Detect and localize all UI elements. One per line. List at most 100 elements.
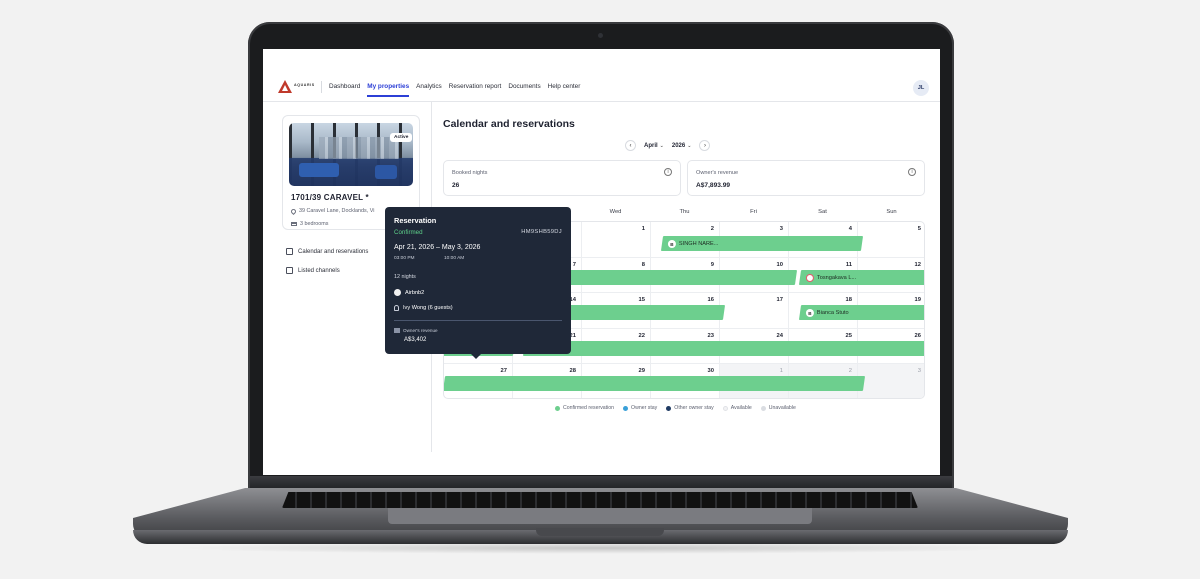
day-number: 22 [638,332,645,339]
legend-swatch [623,405,629,411]
day-number: 12 [914,261,921,268]
photo-chair [375,165,397,179]
nav-analytics[interactable]: Analytics [416,83,442,90]
nav-my-properties[interactable]: My properties [367,83,409,97]
chevron-down-icon: ⌄ [659,142,664,149]
location-pin-icon [289,207,298,215]
trackpad [388,508,812,524]
legend-label: Owner stay [631,405,658,411]
day-number: 2 [710,226,714,232]
calendar-icon [286,248,293,255]
previous-month-button[interactable]: ‹ [625,140,636,151]
revenue-value: A$3,402 [404,337,427,343]
legend-item: Available [722,405,752,411]
reservation-dates: Apr 21, 2026 – May 3, 2026 [394,244,481,251]
app-screen: AQUARIS Dashboard My properties Analytic… [263,49,940,475]
reservation-bar[interactable] [444,376,866,391]
legend-label: Confirmed reservation [563,405,615,411]
weekday-label: Sun [886,209,897,215]
nav-dashboard[interactable]: Dashboard [329,83,360,90]
month-navigation: ‹ April ⌄ 2026 ⌄ › [625,140,711,151]
logo-mark-icon [278,80,292,93]
legend-label: Available [730,405,752,411]
legend-item: Confirmed reservation [555,405,614,411]
legend-item: Other owner stay [666,405,714,411]
calendar-day-cell[interactable]: 17 [720,293,789,329]
day-number: 30 [707,368,714,374]
year-select[interactable]: 2026 ⌄ [672,143,692,149]
calendar-legend: Confirmed reservation Owner stay Other own… [555,405,796,411]
calendar-day-cell[interactable]: 1 [582,222,651,258]
day-number: 2 [848,368,852,374]
reservation-code: HM9SHB59DJ [521,229,562,235]
next-month-button[interactable]: › [699,140,711,151]
floor-shadow [170,542,1030,554]
info-icon[interactable]: i [908,168,916,176]
guest-name: Tosngakava L... [817,274,857,281]
user-avatar[interactable]: JL [913,80,929,96]
top-navigation: AQUARIS Dashboard My properties Analytic… [263,49,940,102]
lid-opening-notch [536,528,664,536]
nav-help-center[interactable]: Help center [548,83,581,90]
brand-logo[interactable]: AQUARIS [278,80,318,94]
property-photo: Active [289,123,413,186]
legend-swatch [555,405,560,411]
stat-value: A$7,893.99 [696,182,731,189]
day-number: 7 [572,261,576,268]
reservation-bar[interactable] [522,341,924,356]
booking-channel-icon: B [806,308,814,317]
sidebar-item-calendar[interactable]: Calendar and reservations [286,248,368,255]
tooltip-divider [394,320,562,321]
reservation-guest: Ivy Wong (6 guests) [394,305,453,311]
day-number: 18 [845,297,852,303]
channel-name: Airbnb2 [405,289,425,296]
calendar-day-cell[interactable]: 5 [858,222,924,258]
reservation-bar[interactable]: B SINGH NARE... [660,236,864,251]
month-select-value: April [644,142,658,149]
booked-nights-card: Booked nights 26 i [443,160,681,196]
reservation-tooltip: Reservation Confirmed HM9SHB59DJ Apr 21,… [385,207,571,359]
sidebar-item-label: Listed channels [298,267,340,274]
nav-reservation-report[interactable]: Reservation report [449,83,502,90]
day-number: 26 [914,332,921,339]
checkin-time: 03:00 PM [394,256,415,261]
day-number: 8 [641,261,645,268]
day-number: 27 [500,368,507,374]
day-number: 16 [707,297,714,303]
nav-documents[interactable]: Documents [508,83,540,90]
legend-swatch [760,405,766,411]
weekday-label: Sat [818,209,827,215]
tooltip-heading: Reservation [394,216,437,225]
channels-icon [286,267,293,274]
day-number: 24 [776,332,783,339]
guest-name: Bianca Stuto [817,309,849,316]
stat-label: Booked nights [452,170,488,176]
legend-label: Other owner stay [674,405,714,411]
day-number: 10 [776,261,783,268]
day-number: 23 [707,332,714,339]
legend-item: Owner stay [623,405,657,411]
booking-channel-icon: B [668,239,676,248]
info-icon[interactable]: i [664,168,672,176]
day-number: 4 [848,226,852,232]
reservation-bar[interactable]: Tosngakava L... [798,270,924,285]
main-nav: Dashboard My properties Analytics Reserv… [329,83,581,97]
day-number: 25 [845,332,852,339]
status-badge: Active [390,133,413,142]
day-number: 3 [779,226,783,232]
day-number: 29 [638,368,645,374]
reservation-bar[interactable]: B Bianca Stuto [798,305,924,320]
legend-swatch [666,405,672,411]
property-bedrooms-text: 3 bedrooms [300,221,329,227]
calendar-day-cell[interactable]: 3 [858,364,924,398]
sidebar-item-listed-channels[interactable]: Listed channels [286,267,340,274]
day-number: 15 [638,297,645,303]
year-select-value: 2026 [671,142,686,149]
guest-name: SINGH NARE... [679,240,719,247]
guest-name: Ivy Wong (6 guests) [403,305,453,311]
month-select[interactable]: April ⌄ [644,143,664,149]
day-number: 11 [845,261,852,268]
day-number: 28 [569,368,576,374]
logo-text: AQUARIS [294,83,315,87]
person-icon [394,305,399,311]
